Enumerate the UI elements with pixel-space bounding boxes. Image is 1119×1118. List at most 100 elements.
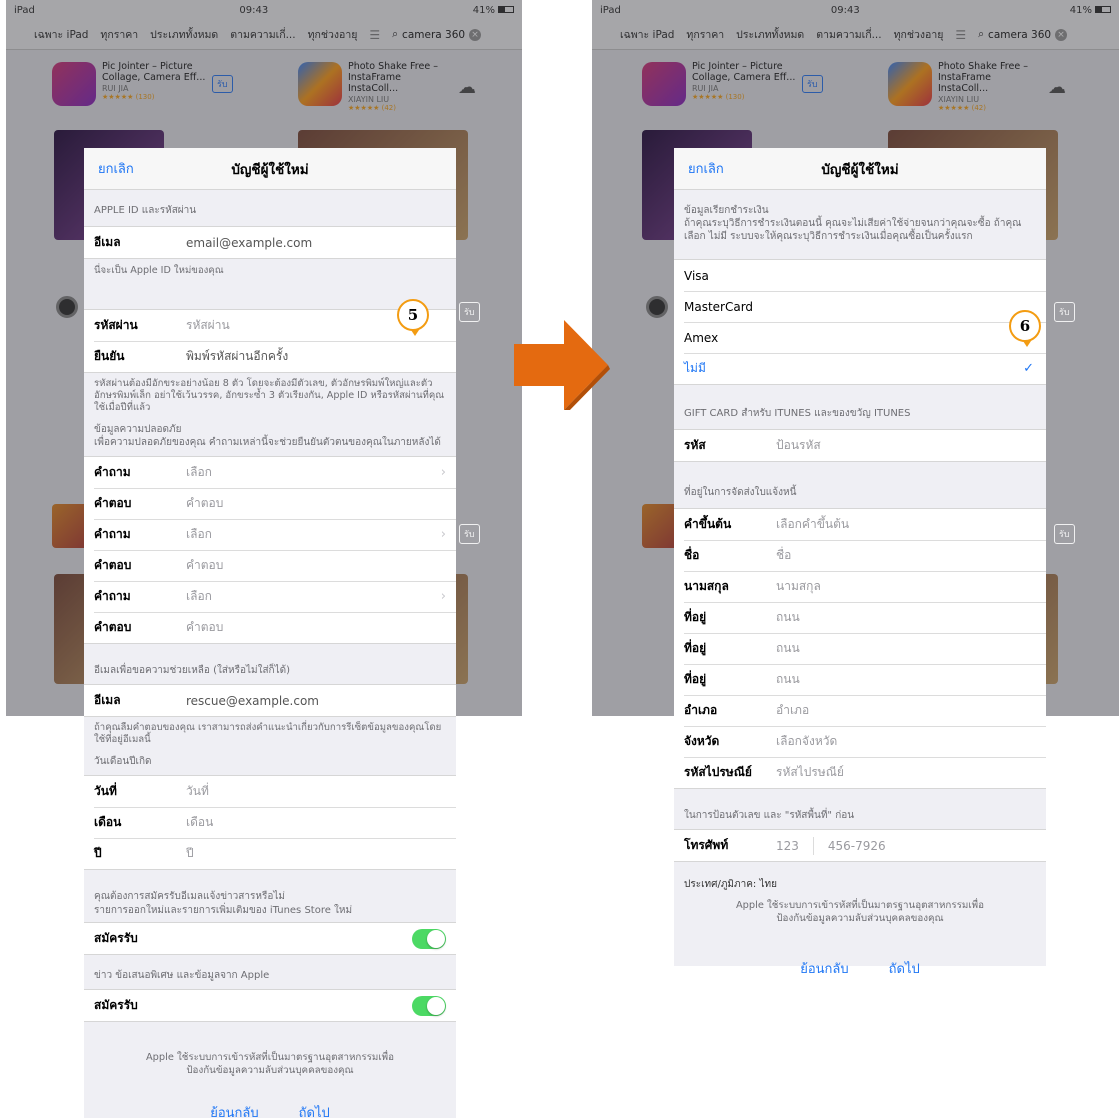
password-label: รหัสผ่าน	[94, 318, 138, 332]
month-field[interactable]: เดือน	[186, 813, 213, 832]
field-label: ที่อยู่	[684, 672, 707, 686]
step-badge: 6	[1009, 310, 1041, 347]
get-button[interactable]: รับ	[459, 302, 480, 322]
answer-field[interactable]: คำตอบ	[186, 618, 223, 637]
payment-option-selected[interactable]: ไม่มี ✓	[674, 353, 1046, 384]
last-name-row[interactable]: นามสกุล นามสกุล	[674, 571, 1046, 602]
street-field[interactable]: ถนน	[776, 639, 800, 658]
confirm-row[interactable]: ยืนยัน พิมพ์รหัสผ่านอีกครั้ง	[84, 341, 456, 372]
sheet-title: บัญชีผู้ใช้ใหม่	[821, 161, 899, 178]
code-row[interactable]: รหัส ป้อนรหัส	[674, 430, 1046, 461]
answer-label: คำตอบ	[94, 620, 132, 634]
back-button[interactable]: ย้อนกลับ	[800, 958, 848, 979]
chevron-right-icon: ›	[440, 465, 446, 480]
phone-row[interactable]: โทรศัพท์ 123 456-7926	[674, 830, 1046, 861]
section-header: วันเดือนปีเกิด	[94, 756, 152, 767]
rescue-email-field[interactable]: rescue@example.com	[186, 694, 319, 708]
postcode-field[interactable]: รหัสไปรษณีย์	[776, 763, 844, 782]
section-header: ที่อยู่ในการจัดส่งใบแจ้งหนี้	[684, 487, 797, 498]
area-code-field[interactable]: 123	[776, 839, 799, 853]
question-row[interactable]: คำถาม เลือก ›	[84, 519, 456, 550]
question-select[interactable]: เลือก	[186, 463, 212, 482]
section-header: อีเมลเพื่อขอความช่วยเหลือ (ใส่หรือไม่ใส่…	[94, 665, 291, 676]
phone-number-field[interactable]: 456-7926	[828, 839, 886, 853]
password-field[interactable]: รหัสผ่าน	[186, 316, 230, 335]
new-account-sheet-step6: ยกเลิก บัญชีผู้ใช้ใหม่ ข้อมูลเรียกชำระเง…	[674, 148, 1046, 977]
street-field[interactable]: ถนน	[776, 608, 800, 627]
address-row[interactable]: ที่อยู่ ถนน	[674, 602, 1046, 633]
subscribe-toggle[interactable]	[412, 995, 446, 1016]
field-label: นามสกุล	[684, 579, 729, 593]
question-row[interactable]: คำถาม เลือก ›	[84, 581, 456, 612]
province-select[interactable]: เลือกจังหวัด	[776, 732, 837, 751]
question-label: คำถาม	[94, 527, 131, 541]
question-label: คำถาม	[94, 589, 131, 603]
payment-option[interactable]: Amex	[674, 322, 1046, 353]
get-button[interactable]: รับ	[1054, 302, 1075, 322]
confirm-label: ยืนยัน	[94, 349, 125, 363]
legal-note: Apple ใช้ระบบการเข้ารหัสที่เป็นมาตรฐานอุ…	[735, 900, 985, 924]
answer-field[interactable]: คำตอบ	[186, 494, 223, 513]
address-row[interactable]: ที่อยู่ ถนน	[674, 633, 1046, 664]
district-row[interactable]: อำเภอ อำเภอ	[674, 695, 1046, 726]
next-button[interactable]: ถัดไป	[889, 958, 920, 979]
payment-method-group: Visa MasterCard Amex ไม่มี ✓	[674, 259, 1046, 385]
rescue-email-row[interactable]: อีเมล rescue@example.com	[84, 685, 456, 716]
confirm-password-field[interactable]: พิมพ์รหัสผ่านอีกครั้ง	[186, 347, 288, 366]
year-field[interactable]: ปี	[186, 844, 194, 863]
back-button[interactable]: ย้อนกลับ	[210, 1102, 258, 1118]
section-header: APPLE ID และรหัสผ่าน	[94, 205, 197, 216]
address-row[interactable]: ที่อยู่ ถนน	[674, 664, 1046, 695]
day-field[interactable]: วันที่	[186, 782, 209, 801]
first-name-row[interactable]: ชื่อ ชื่อ	[674, 540, 1046, 571]
cancel-button[interactable]: ยกเลิก	[98, 158, 134, 179]
day-row[interactable]: วันที่ วันที่	[84, 776, 456, 807]
payment-option[interactable]: Visa	[674, 260, 1046, 291]
email-label: อีเมล	[94, 235, 121, 249]
billing-address-group: คำขึ้นต้น เลือกคำขึ้นต้น ชื่อ ชื่อ นามสก…	[674, 508, 1046, 789]
last-name-field[interactable]: นามสกุล	[776, 577, 821, 596]
subscribe-toggle[interactable]	[412, 928, 446, 949]
answer-row[interactable]: คำตอบ คำตอบ	[84, 550, 456, 581]
payment-option[interactable]: MasterCard	[674, 291, 1046, 322]
answer-field[interactable]: คำตอบ	[186, 556, 223, 575]
next-step-arrow	[514, 320, 610, 410]
answer-row[interactable]: คำตอบ คำตอบ	[84, 488, 456, 519]
street-field[interactable]: ถนน	[776, 670, 800, 689]
code-field[interactable]: ป้อนรหัส	[776, 436, 821, 455]
next-button[interactable]: ถัดไป	[299, 1102, 330, 1118]
section-header: ข้อมูลความปลอดภัย	[94, 424, 182, 435]
section-header: ในการป้อนตัวเลข และ "รหัสพื้นที่" ก่อน	[684, 810, 855, 821]
get-button[interactable]: รับ	[1054, 524, 1075, 544]
chevron-right-icon: ›	[440, 589, 446, 604]
billing-note: ถ้าคุณระบุวิธีการชำระเงินตอนนี้ คุณจะไม่…	[684, 218, 1022, 242]
province-row[interactable]: จังหวัด เลือกจังหวัด	[674, 726, 1046, 757]
rescue-email-label: อีเมล	[94, 693, 121, 707]
salutation-select[interactable]: เลือกคำขึ้นต้น	[776, 515, 849, 534]
payment-mastercard: MasterCard	[684, 299, 754, 314]
question-row[interactable]: คำถาม เลือก ›	[84, 457, 456, 488]
salutation-row[interactable]: คำขึ้นต้น เลือกคำขึ้นต้น	[674, 509, 1046, 540]
email-row[interactable]: อีเมล email@example.com	[84, 227, 456, 258]
district-field[interactable]: อำเภอ	[776, 701, 809, 720]
question-select[interactable]: เลือก	[186, 525, 212, 544]
answer-label: คำตอบ	[94, 496, 132, 510]
payment-none: ไม่มี	[684, 361, 706, 375]
get-button[interactable]: รับ	[459, 524, 480, 544]
section-subheader: เพื่อความปลอดภัยของคุณ คำถามเหล่านี้จะช่…	[94, 437, 441, 448]
field-label: ที่อยู่	[684, 641, 707, 655]
year-row[interactable]: ปี ปี	[84, 838, 456, 869]
nav-bar: ยกเลิก บัญชีผู้ใช้ใหม่	[84, 148, 456, 190]
section-footer: นี่จะเป็น Apple ID ใหม่ของคุณ	[94, 265, 224, 276]
field-label: ชื่อ	[684, 548, 700, 562]
email-field[interactable]: email@example.com	[186, 236, 312, 250]
question-select[interactable]: เลือก	[186, 587, 212, 606]
answer-row[interactable]: คำตอบ คำตอบ	[84, 612, 456, 643]
answer-label: คำตอบ	[94, 558, 132, 572]
month-row[interactable]: เดือน เดือน	[84, 807, 456, 838]
postcode-row[interactable]: รหัสไปรษณีย์ รหัสไปรษณีย์	[674, 757, 1046, 788]
first-name-field[interactable]: ชื่อ	[776, 546, 791, 565]
cancel-button[interactable]: ยกเลิก	[688, 158, 724, 179]
phone-label: โทรศัพท์	[684, 838, 729, 852]
field-label: อำเภอ	[684, 703, 718, 717]
